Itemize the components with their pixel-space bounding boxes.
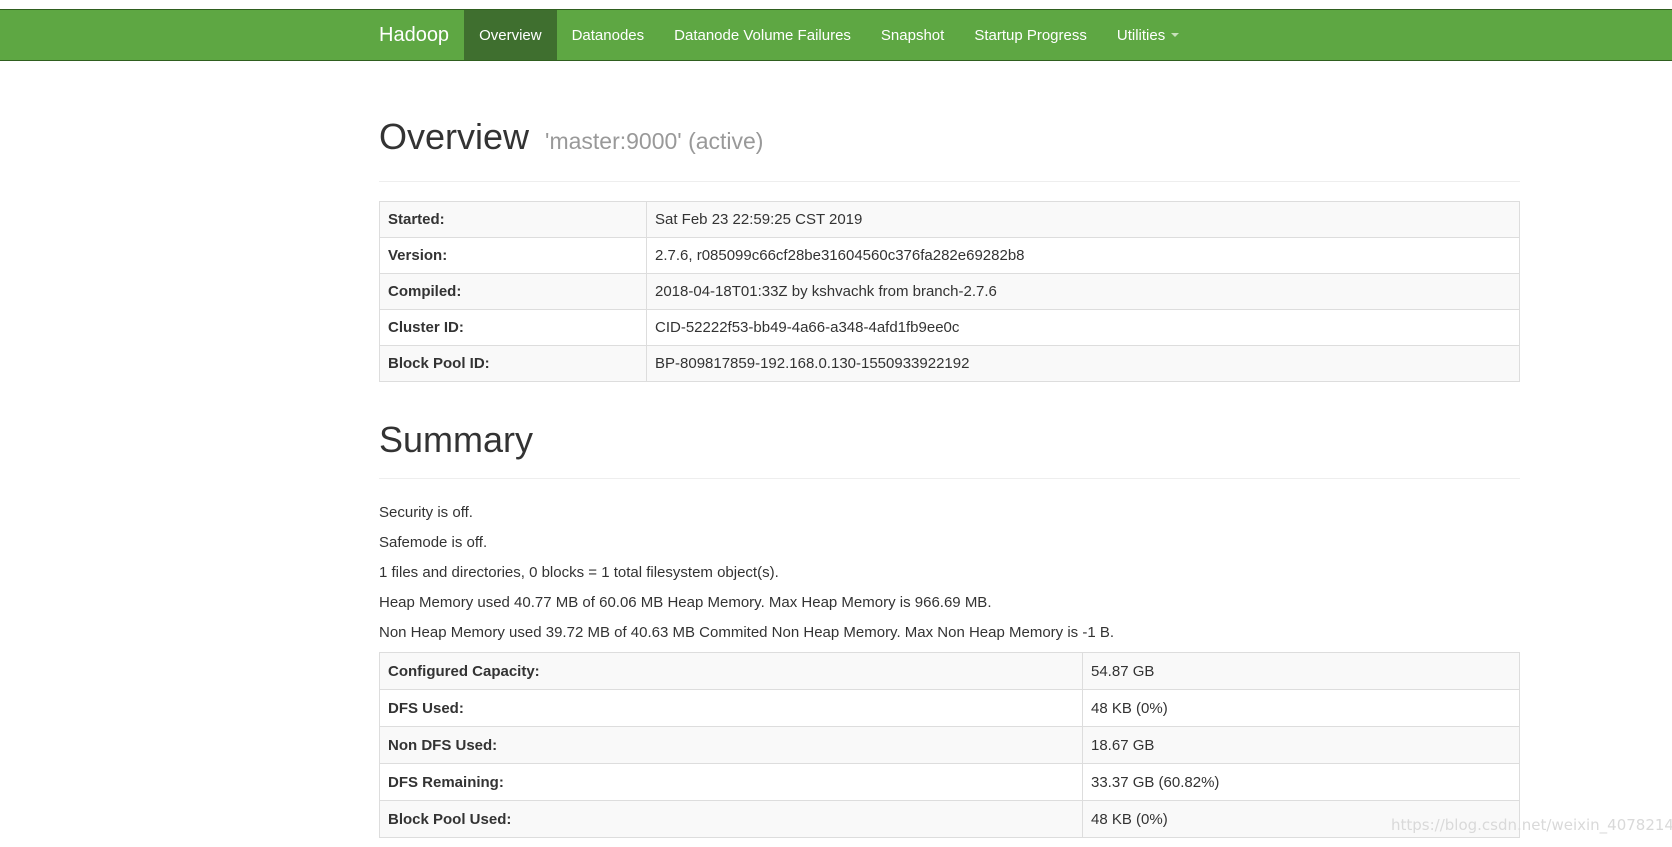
table-row: Version: 2.7.6, r085099c66cf28be31604560… [379, 237, 1520, 274]
summary-line-nonheap: Non Heap Memory used 39.72 MB of 40.63 M… [379, 624, 1115, 641]
row-label: Configured Capacity: [379, 652, 1083, 690]
overview-title: Overview 'master:9000' (active) [379, 117, 1520, 161]
row-value: BP-809817859-192.168.0.130-1550933922192 [646, 345, 1520, 382]
row-label: Cluster ID: [379, 309, 647, 346]
table-row: DFS Used: 48 KB (0%) [379, 689, 1520, 727]
summary-line-files: 1 files and directories, 0 blocks = 1 to… [379, 564, 779, 581]
row-value: 2.7.6, r085099c66cf28be31604560c376fa282… [646, 237, 1520, 274]
table-row: Started: Sat Feb 23 22:59:25 CST 2019 [379, 201, 1520, 238]
main-container: Overview 'master:9000' (active) Started:… [379, 61, 1520, 838]
summary-line-heap: Heap Memory used 40.77 MB of 60.06 MB He… [379, 594, 992, 611]
summary-lines: Security is off. Safemode is off. 1 file… [379, 498, 1520, 648]
overview-title-text: Overview [379, 116, 530, 157]
row-label: DFS Remaining: [379, 763, 1083, 801]
overview-subtitle: 'master:9000' (active) [545, 128, 764, 154]
row-value: 18.67 GB [1082, 726, 1520, 764]
row-label: Non DFS Used: [379, 726, 1083, 764]
nav-utilities-dropdown[interactable]: Utilities [1102, 10, 1194, 60]
summary-header: Summary [379, 420, 1520, 479]
row-value: Sat Feb 23 22:59:25 CST 2019 [646, 201, 1520, 238]
watermark: https://blog.csdn.net/weixin_40782143 [1391, 816, 1672, 834]
table-row: Cluster ID: CID-52222f53-bb49-4a66-a348-… [379, 309, 1520, 346]
summary-title: Summary [379, 419, 534, 460]
row-label: Block Pool Used: [379, 800, 1083, 838]
nav-snapshot[interactable]: Snapshot [866, 10, 959, 60]
row-value: 48 KB (0%) [1082, 689, 1520, 727]
table-row: Block Pool ID: BP-809817859-192.168.0.13… [379, 345, 1520, 382]
row-value: CID-52222f53-bb49-4a66-a348-4afd1fb9ee0c [646, 309, 1520, 346]
table-row: Compiled: 2018-04-18T01:33Z by kshvachk … [379, 273, 1520, 310]
row-label: Started: [379, 201, 647, 238]
chevron-down-icon [1171, 33, 1180, 37]
top-line [0, 0, 1672, 9]
navbar: Hadoop Overview Datanodes Datanode Volum… [0, 9, 1672, 61]
row-label: DFS Used: [379, 689, 1083, 727]
brand-link[interactable]: Hadoop [366, 10, 464, 60]
row-value: 54.87 GB [1082, 652, 1520, 690]
row-label: Version: [379, 237, 647, 274]
row-value: 33.37 GB (60.82%) [1082, 763, 1520, 801]
row-label: Compiled: [379, 273, 647, 310]
table-row: Configured Capacity: 54.87 GB [379, 652, 1520, 690]
nav-startup-progress[interactable]: Startup Progress [959, 10, 1102, 60]
nav-datanodes[interactable]: Datanodes [557, 10, 660, 60]
nav-overview[interactable]: Overview [464, 10, 557, 60]
overview-table: Started: Sat Feb 23 22:59:25 CST 2019 Ve… [379, 201, 1520, 382]
summary-line-security: Security is off. [379, 504, 473, 521]
nav-inner: Hadoop Overview Datanodes Datanode Volum… [366, 10, 1194, 60]
summary-line-safemode: Safemode is off. [379, 534, 488, 551]
row-value: 2018-04-18T01:33Z by kshvachk from branc… [646, 273, 1520, 310]
table-row: Block Pool Used: 48 KB (0%) [379, 800, 1520, 838]
overview-header: Overview 'master:9000' (active) [379, 117, 1520, 182]
nav-datanode-volume-failures[interactable]: Datanode Volume Failures [659, 10, 866, 60]
nav-utilities-label: Utilities [1116, 26, 1166, 44]
row-label: Block Pool ID: [379, 345, 647, 382]
table-row: DFS Remaining: 33.37 GB (60.82%) [379, 763, 1520, 801]
table-row: Non DFS Used: 18.67 GB [379, 726, 1520, 764]
capacity-table: Configured Capacity: 54.87 GB DFS Used: … [379, 652, 1520, 838]
